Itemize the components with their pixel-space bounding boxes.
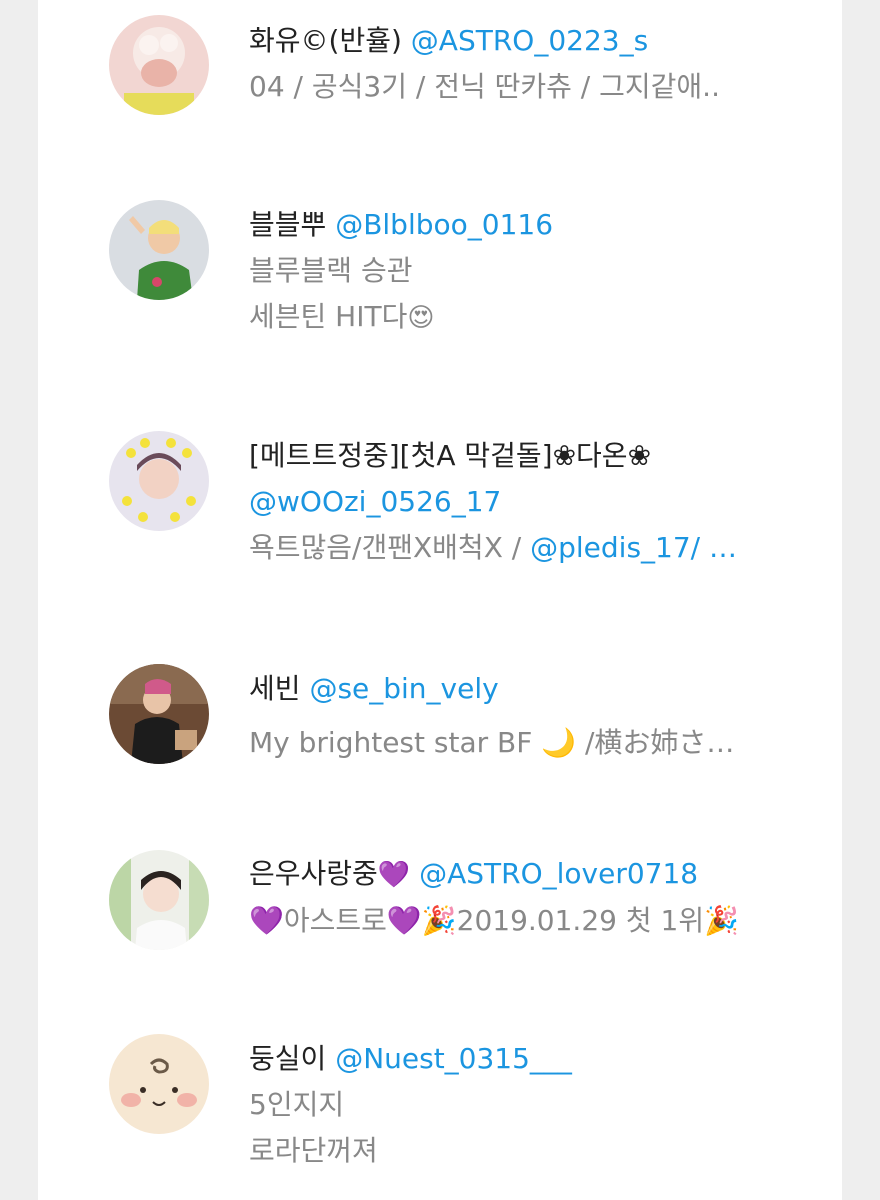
- avatar[interactable]: [109, 431, 209, 531]
- user-display-name[interactable]: 화유©(반휼): [249, 24, 402, 57]
- avatar[interactable]: [109, 200, 209, 300]
- user-text: 둥실이 @Nuest_0315___ 5인지지 로라단꺼져: [249, 1034, 809, 1174]
- user-display-name[interactable]: 블블뿌: [249, 208, 326, 241]
- user-handle[interactable]: @ASTRO_lover0718: [419, 857, 698, 890]
- user-text: 세빈 @se_bin_vely My brightest star BF 🌙 /…: [249, 664, 809, 766]
- user-handle[interactable]: @Nuest_0315___: [335, 1042, 572, 1075]
- user-handle[interactable]: @ASTRO_0223_s: [411, 24, 648, 57]
- heart-eyes-emoji-icon: 😍: [407, 303, 435, 333]
- user-bio: 💜아스트로💜🎉2019.01.29 첫 1위🎉: [249, 904, 739, 937]
- purple-heart-emoji-icon: 💜: [377, 860, 411, 890]
- user-bio-text: 욕트많음/갠팬X배척X /: [249, 531, 531, 564]
- avatar[interactable]: [109, 850, 209, 950]
- user-bio-line: 블루블랙 승관: [249, 254, 413, 287]
- user-text: 은우사랑중💜 @ASTRO_lover0718 💜아스트로💜🎉2019.01.2…: [249, 850, 809, 944]
- user-bio-line: 5인지지: [249, 1088, 345, 1121]
- user-bio: 욕트많음/갠팬X배척X / @pledis_17/ …: [249, 525, 809, 571]
- user-handle[interactable]: @Blblboo_0116: [335, 208, 553, 241]
- user-display-name[interactable]: 둥실이: [249, 1042, 326, 1075]
- user-bio: 04 / 공식3기 / 전닉 딴카츄 / 그지같애..: [249, 70, 720, 103]
- avatar[interactable]: [109, 1034, 209, 1134]
- user-display-name[interactable]: [메트트정중][첫A 막겉돌]❀다온❀: [249, 439, 651, 472]
- user-handle[interactable]: @wOOzi_0526_17: [249, 485, 501, 518]
- avatar[interactable]: [109, 664, 209, 764]
- user-text: 블블뿌 @Blblboo_0116 블루블랙 승관 세븐틴 HIT다😍: [249, 200, 809, 341]
- user-bio-line: 세븐틴 HIT다😍: [249, 294, 809, 341]
- user-bio-line: 로라단꺼져: [249, 1134, 378, 1167]
- user-display-name[interactable]: 은우사랑중: [249, 857, 378, 890]
- user-handle[interactable]: @se_bin_vely: [309, 672, 498, 705]
- bio-mention-link[interactable]: @pledis_17/ …: [530, 531, 737, 564]
- follower-list-panel: 화유©(반휼) @ASTRO_0223_s 04 / 공식3기 / 전닉 딴카츄…: [38, 0, 842, 1200]
- user-bio-text: 세븐틴 HIT다: [249, 300, 408, 333]
- avatar[interactable]: [109, 15, 209, 115]
- user-text: [메트트정중][첫A 막겉돌]❀다온❀ @wOOzi_0526_17 욕트많음/…: [249, 431, 809, 571]
- user-text: 화유©(반휼) @ASTRO_0223_s 04 / 공식3기 / 전닉 딴카츄…: [249, 14, 809, 110]
- user-bio: My brightest star BF 🌙 /横お姉さ…: [249, 726, 735, 759]
- user-display-name[interactable]: 세빈: [249, 672, 301, 705]
